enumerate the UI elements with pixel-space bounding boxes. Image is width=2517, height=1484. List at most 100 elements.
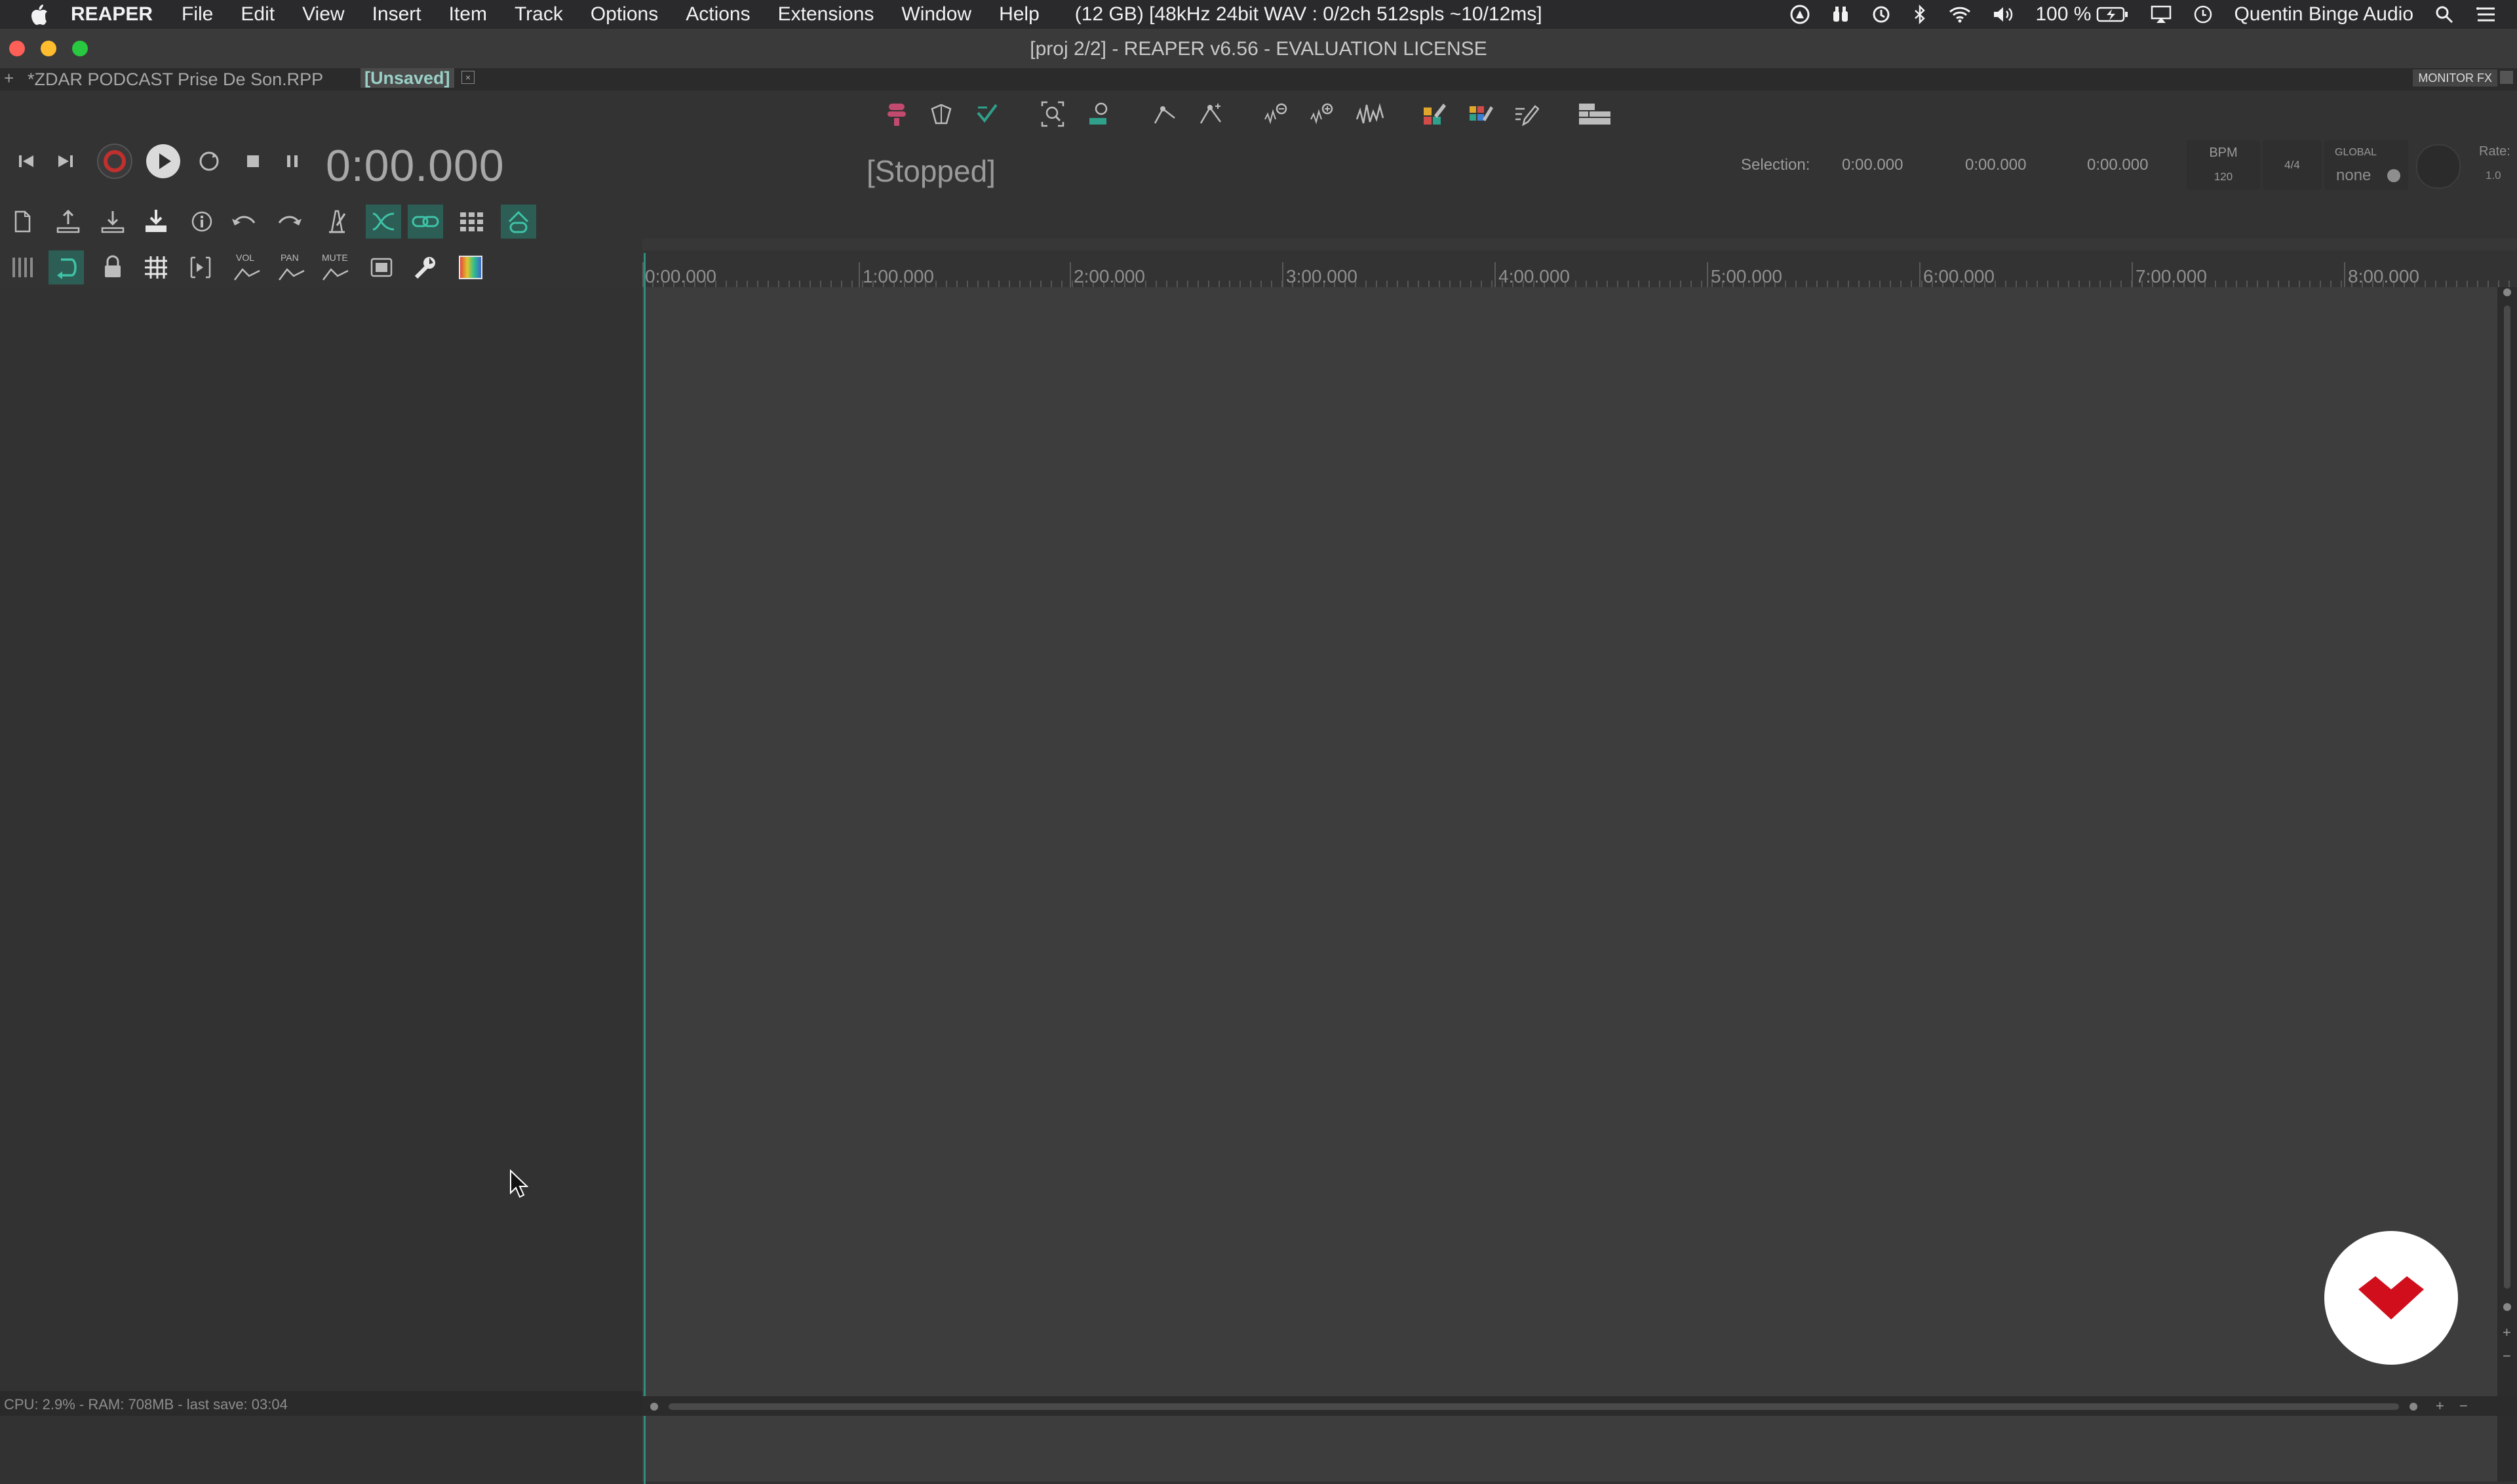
- envelope-point-add-icon[interactable]: [1197, 98, 1226, 130]
- zoom-in-horizontal-icon[interactable]: +: [2436, 1397, 2444, 1415]
- zoom-out-horizontal-icon[interactable]: −: [2459, 1397, 2468, 1415]
- new-project-icon[interactable]: [9, 207, 35, 236]
- selection-start[interactable]: 0:00.000: [1842, 156, 1903, 174]
- control-center-icon[interactable]: [2475, 5, 2497, 24]
- arrange-view[interactable]: [642, 287, 2497, 1481]
- scroll-left-icon[interactable]: [650, 1403, 658, 1411]
- go-to-start-button[interactable]: [12, 146, 41, 177]
- auto-crossfade-toggle-icon[interactable]: [366, 205, 401, 239]
- metronome-icon[interactable]: [322, 207, 351, 236]
- time-display[interactable]: 0:00.000: [326, 140, 505, 191]
- import-icon[interactable]: [98, 207, 127, 236]
- auto-crossfade-icon[interactable]: [973, 98, 1002, 130]
- lock-icon[interactable]: [98, 253, 127, 282]
- volume-icon[interactable]: [1992, 5, 2014, 24]
- menu-help[interactable]: Help: [999, 3, 1040, 26]
- track-color-icon[interactable]: [1466, 98, 1494, 130]
- item-grid-icon[interactable]: [8, 253, 37, 282]
- menu-app-name[interactable]: REAPER: [71, 3, 153, 26]
- apple-icon[interactable]: [26, 0, 52, 29]
- zoom-in-waveform-icon[interactable]: [1308, 98, 1337, 130]
- selection-length[interactable]: 0:00.000: [2087, 156, 2148, 174]
- save-project-icon[interactable]: [142, 207, 170, 236]
- menu-view[interactable]: View: [302, 3, 344, 26]
- track-control-panel[interactable]: [0, 287, 640, 1481]
- open-project-icon[interactable]: [54, 207, 83, 236]
- overlay-logo-button[interactable]: [2324, 1231, 2458, 1365]
- menu-file[interactable]: File: [182, 3, 213, 26]
- bpm-box[interactable]: BPM 120: [2187, 140, 2260, 190]
- accessibility-icon[interactable]: [1790, 5, 1810, 24]
- toggle-envelope-icon[interactable]: [882, 98, 911, 130]
- project-tab-unsaved[interactable]: [Unsaved]: [361, 68, 454, 88]
- clock-icon[interactable]: [2193, 5, 2213, 24]
- battery-icon[interactable]: [2096, 6, 2129, 23]
- monitor-fx-button[interactable]: MONITOR FX: [2413, 69, 2497, 87]
- envelope-locked-toggle-icon[interactable]: [501, 205, 536, 239]
- zoom-out-waveform-icon[interactable]: [1262, 98, 1291, 130]
- menu-options[interactable]: Options: [591, 3, 658, 26]
- time-machine-icon[interactable]: [1871, 5, 1891, 24]
- bluetooth-icon[interactable]: [1912, 5, 1928, 24]
- user-name[interactable]: Quentin Binge Audio: [2234, 3, 2413, 26]
- time-signature-box[interactable]: 4/4: [2263, 140, 2322, 190]
- wifi-icon[interactable]: [1949, 5, 1971, 24]
- scroll-up-icon[interactable]: [2503, 288, 2511, 296]
- project-tab-zdar[interactable]: *ZDAR PODCAST Prise De Son.RPP: [28, 69, 323, 90]
- scroll-down-icon[interactable]: [2503, 1303, 2511, 1311]
- menu-actions[interactable]: Actions: [686, 3, 750, 26]
- render-icon[interactable]: [367, 253, 396, 282]
- play-button[interactable]: [144, 144, 182, 178]
- vertical-scroll-thumb[interactable]: [2504, 305, 2510, 1289]
- theme-color-icon[interactable]: [456, 253, 485, 282]
- airplay-icon[interactable]: [2150, 5, 2172, 24]
- binoculars-icon[interactable]: [1831, 5, 1850, 24]
- horizontal-scroll-thumb[interactable]: [669, 1403, 2399, 1410]
- zoom-out-vertical-icon[interactable]: −: [2503, 1349, 2511, 1363]
- pan-envelope-icon[interactable]: PAN: [274, 250, 309, 284]
- grid-icon[interactable]: [142, 253, 170, 282]
- mute-envelope-icon[interactable]: MUTE: [317, 250, 355, 284]
- go-to-end-button[interactable]: [51, 146, 80, 177]
- project-info-icon[interactable]: [187, 207, 216, 236]
- new-tab-button[interactable]: +: [4, 68, 14, 88]
- menu-window[interactable]: Window: [901, 3, 971, 26]
- global-automation-value[interactable]: none: [2336, 166, 2371, 185]
- global-automation-box[interactable]: GLOBAL none: [2324, 140, 2408, 190]
- chevron-down-icon[interactable]: [2387, 169, 2400, 182]
- record-button[interactable]: [96, 144, 134, 179]
- preferences-wrench-icon[interactable]: [410, 253, 439, 282]
- undo-icon[interactable]: [229, 207, 258, 236]
- bpm-value[interactable]: 120: [2187, 170, 2260, 184]
- zoom-in-vertical-icon[interactable]: +: [2503, 1325, 2511, 1340]
- selection-end[interactable]: 0:00.000: [1965, 156, 2026, 174]
- marker-snap-icon[interactable]: [186, 253, 215, 282]
- zoom-selection-icon[interactable]: [1085, 98, 1114, 130]
- loop-toggle-button[interactable]: [193, 146, 225, 177]
- menu-insert[interactable]: Insert: [372, 3, 421, 26]
- rate-value[interactable]: 1.0: [2486, 169, 2501, 182]
- waveform-edit-icon[interactable]: [1354, 98, 1387, 130]
- ripple-edit-icon[interactable]: [927, 98, 956, 130]
- horizontal-scrollbar[interactable]: + −: [642, 1396, 2517, 1416]
- time-signature-value[interactable]: 4/4: [2263, 159, 2322, 172]
- redo-icon[interactable]: [275, 207, 304, 236]
- close-tab-icon[interactable]: ×: [461, 71, 475, 84]
- grouping-toggle-icon[interactable]: [408, 205, 443, 239]
- audio-status-text[interactable]: (12 GB) [48kHz 24bit WAV : 0/2ch 512spls…: [1075, 3, 1542, 26]
- ripple-loop-toggle-icon[interactable]: [49, 250, 84, 284]
- volume-envelope-icon[interactable]: VOL: [229, 250, 265, 284]
- envelope-point-icon[interactable]: [1151, 98, 1180, 130]
- vertical-scrollbar[interactable]: + −: [2497, 287, 2517, 1481]
- playrate-knob[interactable]: [2416, 144, 2461, 189]
- monitor-fx-bypass-button[interactable]: [2500, 71, 2513, 84]
- pencil-edit-icon[interactable]: [1512, 98, 1540, 130]
- zoom-to-project-icon[interactable]: [1038, 98, 1067, 130]
- screenset-layout-icon[interactable]: [1577, 98, 1612, 130]
- menu-item[interactable]: Item: [449, 3, 487, 26]
- menu-edit[interactable]: Edit: [241, 3, 275, 26]
- stop-button[interactable]: [239, 146, 267, 177]
- menu-extensions[interactable]: Extensions: [778, 3, 874, 26]
- item-color-icon[interactable]: [1420, 98, 1449, 130]
- snap-grid-settings-icon[interactable]: [456, 207, 488, 236]
